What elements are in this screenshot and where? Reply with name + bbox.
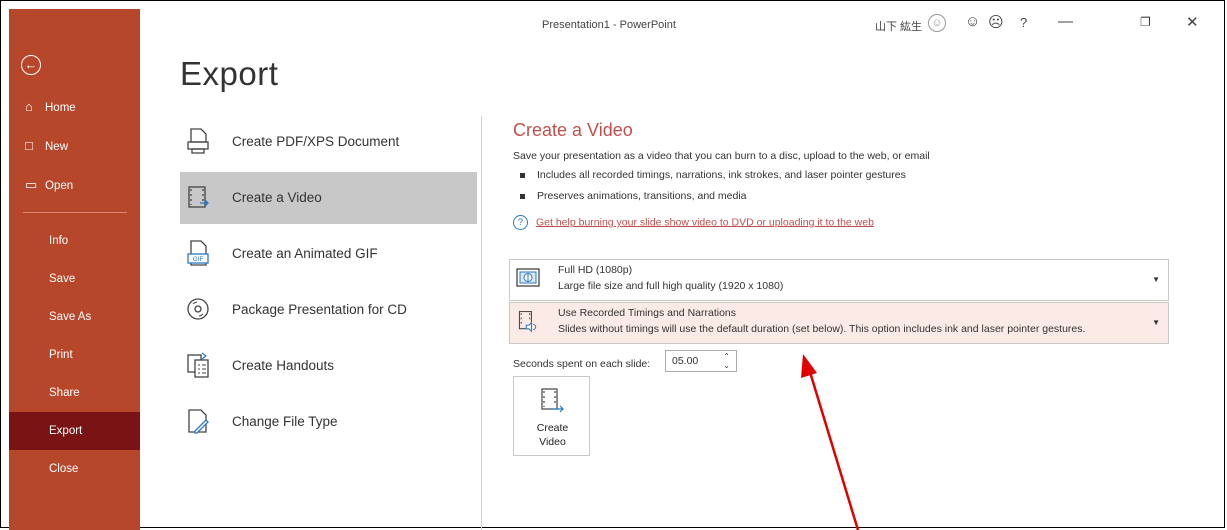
gif-icon: GIF [187,240,209,266]
handouts-icon [187,352,209,378]
window-title: Presentation1 - PowerPoint [542,19,676,31]
sidebar-item-label: Open [45,180,74,192]
export-option-label: Create PDF/XPS Document [232,134,400,149]
sidebar-item-label: Home [45,102,76,114]
create-video-label: Create Video [514,421,591,449]
seconds-stepper[interactable]: 05.00 ⌃ ⌄ [665,350,737,372]
sidebar-item-label: New [45,141,69,153]
export-option-cd[interactable]: Package Presentation for CD [180,284,477,336]
pdf-document-icon [187,128,209,154]
help-row: ? Get help burning your slide show video … [513,215,874,230]
help-link[interactable]: Get help burning your slide show video t… [536,216,874,228]
restore-icon[interactable]: ❐ [1140,15,1151,29]
create-video-button[interactable]: Create Video [513,376,590,456]
sidebar-item-home[interactable]: ⌂ Home [9,88,140,126]
quality-description: Large file size and full high quality (1… [558,280,784,292]
backstage-sidebar: ← ⌂ Home □ New ▭ Open Info Save Save As Pri… [9,9,140,530]
new-document-icon: □ [25,138,33,153]
spin-arrows-icon[interactable]: ⌃ ⌄ [723,352,730,370]
bullet-item: Preserves animations, transitions, and m… [520,190,747,202]
export-option-gif[interactable]: GIF Create an Animated GIF [180,228,477,280]
close-icon[interactable]: ✕ [1186,13,1199,31]
sidebar-divider [23,212,127,213]
seconds-value: 05.00 [672,355,699,367]
monitor-icon [516,268,540,287]
sidebar-item-new[interactable]: □ New [9,127,140,165]
bullet-icon [520,172,525,178]
change-file-type-icon [188,409,209,434]
sidebar-item-save[interactable]: Save [9,260,140,298]
export-option-handouts[interactable]: Create Handouts [180,340,477,392]
help-circle-icon: ? [513,215,528,230]
create-video-line1: Create [536,422,569,434]
seconds-label: Seconds spent on each slide: [513,358,651,370]
sidebar-item-info[interactable]: Info [9,222,140,260]
quality-dropdown[interactable]: Full HD (1080p) Large file size and full… [509,259,1169,301]
home-icon: ⌂ [25,99,33,114]
quality-title: Full HD (1080p) [558,264,633,276]
chevron-down-icon: ▼ [1152,275,1160,284]
timing-dropdown[interactable]: Use Recorded Timings and Narrations Slid… [509,302,1169,344]
user-name[interactable]: 山下 紘生 [875,18,922,34]
sidebar-item-close[interactable]: Close [9,450,140,488]
svg-text:GIF: GIF [193,256,204,263]
sidebar-item-export[interactable]: Export [9,412,140,450]
sidebar-item-open[interactable]: ▭ Open [9,166,140,204]
frown-icon[interactable]: ☹ [988,13,1004,31]
open-folder-icon: ▭ [25,177,38,192]
bullet-item: Includes all recorded timings, narration… [520,169,906,181]
panel-title: Create a Video [513,120,633,140]
sidebar-item-save-as[interactable]: Save As [9,298,140,336]
timing-title: Use Recorded Timings and Narrations [558,307,736,319]
export-option-video[interactable]: Create a Video [180,172,477,224]
title-bar: Presentation1 - PowerPoint 山下 紘生 ☺ ☺ ☹ ?… [140,9,1220,39]
export-option-label: Create Handouts [232,358,335,373]
export-option-label: Create an Animated GIF [232,246,378,261]
back-arrow-icon[interactable]: ← [21,55,41,75]
export-option-label: Change File Type [232,414,338,429]
bullet-text: Includes all recorded timings, narration… [537,169,906,181]
export-option-label: Package Presentation for CD [232,302,407,317]
bullet-text: Preserves animations, transitions, and m… [537,190,747,202]
video-icon [188,186,209,208]
export-option-change-file-type[interactable]: Change File Type [180,396,477,448]
chevron-down-icon: ▼ [1152,318,1160,327]
sidebar-item-print[interactable]: Print [9,336,140,374]
smile-icon[interactable]: ☺ [965,13,980,30]
help-icon[interactable]: ? [1020,15,1027,30]
avatar[interactable]: ☺ [928,14,946,32]
timing-description: Slides without timings will use the defa… [558,323,1086,335]
create-video-line2: Video [539,436,566,448]
video-icon [541,388,564,413]
cd-icon [187,298,209,320]
export-option-label: Create a Video [232,190,322,205]
bullet-icon [520,193,525,199]
panel-description: Save your presentation as a video that y… [513,150,930,162]
export-option-pdf[interactable]: Create PDF/XPS Document [180,116,477,168]
minimize-icon[interactable]: — [1058,13,1073,30]
panel-divider [481,116,482,530]
narration-icon [518,311,537,333]
page-title: Export [180,55,279,92]
sidebar-item-share[interactable]: Share [9,374,140,412]
